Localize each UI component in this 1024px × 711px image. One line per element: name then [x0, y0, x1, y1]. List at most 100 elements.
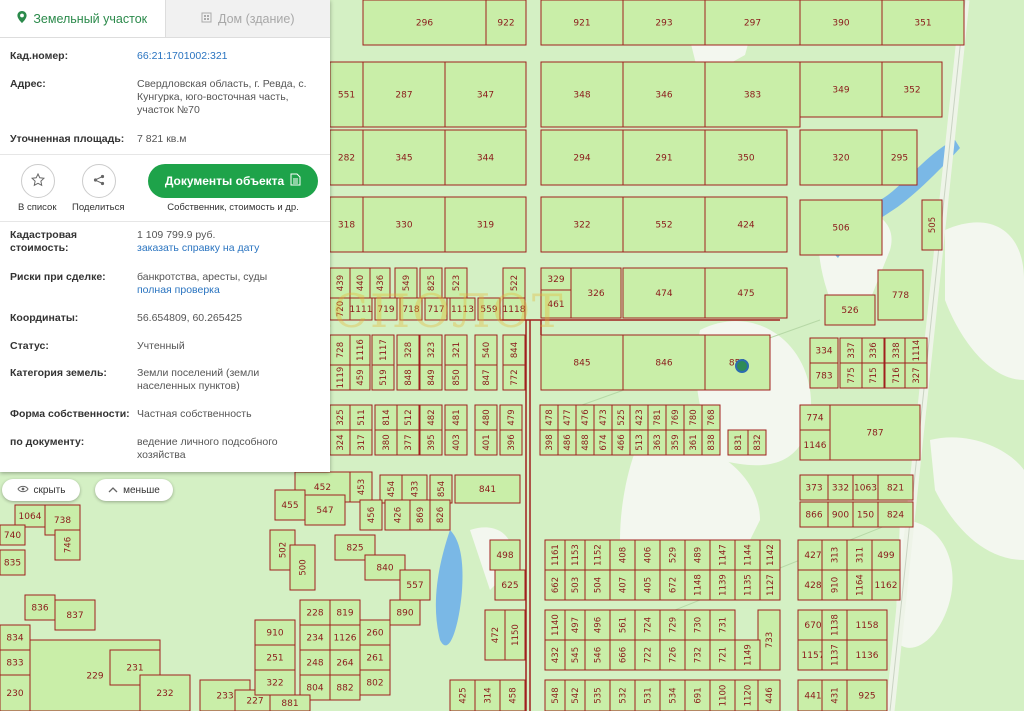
share-label: Поделиться — [72, 202, 125, 213]
parcel-number: 348 — [573, 91, 590, 101]
parcel-number: 318 — [338, 221, 355, 231]
parcel-number: 1150 — [511, 624, 521, 646]
parcel-number: 769 — [671, 409, 681, 425]
parcel-number: 326 — [587, 289, 604, 299]
parcel-number: 344 — [477, 154, 494, 164]
parcel-number: 401 — [482, 434, 492, 450]
parcel-number: 1153 — [571, 544, 581, 566]
building-icon — [201, 12, 212, 26]
selected-parcel-marker[interactable] — [735, 359, 749, 373]
parcel-number: 458 — [509, 687, 519, 703]
parcel-number: 456 — [367, 507, 377, 523]
full-check-link[interactable]: полная проверка — [137, 284, 317, 297]
show-less-button[interactable]: меньше — [95, 479, 173, 501]
parcel-number: 775 — [847, 367, 857, 383]
parcel-number: 925 — [858, 692, 875, 702]
parcel-number: 295 — [891, 154, 908, 164]
parcel-number: 234 — [306, 634, 323, 644]
parcel-number: 836 — [31, 604, 48, 614]
parcel-number: 1119 — [336, 367, 346, 389]
parcel-number: 802 — [366, 679, 383, 689]
parcel-number: 729 — [669, 617, 679, 633]
parcel-number: 500 — [299, 559, 309, 575]
parcel-number: 721 — [719, 647, 729, 663]
parcel-number: 433 — [411, 481, 421, 497]
parcel-number: 846 — [655, 359, 672, 369]
parcel-number: 480 — [482, 409, 492, 425]
parcel-number: 722 — [644, 647, 654, 663]
parcel-number: 472 — [491, 627, 501, 643]
parcel-number: 1148 — [694, 574, 704, 596]
document-usage-key: по документу: — [10, 436, 85, 448]
parcel-number: 424 — [737, 221, 754, 231]
cad-num-link[interactable]: 66:21:1701002:321 — [137, 50, 317, 63]
parcel-number: 405 — [644, 577, 654, 593]
share-button[interactable] — [82, 164, 116, 198]
documents-button[interactable]: Документы объекта — [148, 164, 318, 198]
documents-subtitle: Собственник, стоимость и др. — [167, 202, 299, 213]
parcel-number: 662 — [551, 577, 561, 593]
parcel-number: 323 — [427, 342, 437, 358]
parcel-number: 361 — [689, 434, 699, 450]
parcel-number: 282 — [338, 154, 355, 164]
parcel-number: 1138 — [831, 614, 841, 636]
parcel-number: 910 — [266, 629, 283, 639]
parcel-number: 840 — [376, 564, 393, 574]
parcel-number: 1164 — [856, 574, 866, 596]
parcel-number: 821 — [887, 484, 904, 494]
parcel-number: 228 — [306, 609, 323, 619]
parcel-number: 489 — [694, 547, 704, 563]
parcel-number: 296 — [416, 19, 433, 29]
parcel-number: 551 — [338, 91, 355, 101]
tab-land-plot-label: Земельный участок — [33, 11, 148, 26]
tab-building-label: Дом (здание) — [218, 11, 295, 26]
ownership-key: Форма собственности: — [10, 408, 130, 420]
parcel-number: 338 — [892, 342, 902, 358]
parcel-number: 332 — [832, 484, 849, 494]
parcel-number: 261 — [366, 654, 383, 664]
parcel-number: 1120 — [744, 685, 754, 707]
parcel-number: 882 — [336, 684, 353, 694]
eye-icon — [16, 485, 29, 496]
parcel-number: 497 — [571, 617, 581, 633]
parcel-number: 726 — [669, 647, 679, 663]
parcel-number: 227 — [246, 697, 263, 707]
parcel-number: 837 — [66, 611, 83, 621]
parcel-number: 294 — [573, 154, 590, 164]
parcel-number: 841 — [479, 485, 496, 495]
parcel-number: 395 — [427, 434, 437, 450]
add-to-list-button[interactable] — [21, 164, 55, 198]
parcel-number: 532 — [619, 687, 629, 703]
parcel-number: 230 — [6, 689, 23, 699]
parcel-number: 441 — [804, 692, 821, 702]
parcel-number: 1114 — [912, 340, 922, 362]
hide-panel-button[interactable]: скрыть — [2, 479, 80, 501]
parcel-number: 1135 — [744, 574, 754, 596]
parcel-number: 738 — [54, 516, 71, 526]
parcel-number: 474 — [655, 289, 672, 299]
parcel-number: 768 — [707, 409, 717, 425]
parcel-number: 363 — [653, 434, 663, 450]
tab-land-plot[interactable]: Земельный участок — [0, 0, 165, 37]
parcel-number: 1126 — [334, 634, 357, 644]
parcel-number: 513 — [635, 434, 645, 450]
parcel-number: 293 — [655, 19, 672, 29]
parcel-number: 525 — [617, 409, 627, 425]
order-certificate-link[interactable]: заказать справку на дату — [137, 242, 317, 255]
parcel-number: 845 — [573, 359, 590, 369]
divider — [0, 221, 330, 222]
parcel-number: 881 — [281, 699, 298, 709]
address-key: Адрес: — [10, 78, 46, 90]
tab-building[interactable]: Дом (здание) — [164, 0, 330, 37]
parcel-number: 730 — [694, 617, 704, 633]
parcel-number: 287 — [395, 91, 412, 101]
parcel-number: 835 — [4, 559, 21, 569]
parcel-number: 526 — [841, 306, 858, 316]
share-icon — [93, 174, 105, 189]
parcel-number: 1146 — [804, 441, 827, 451]
add-to-list-label: В список — [18, 202, 57, 213]
parcel-number: 336 — [869, 342, 879, 358]
parcel-number: 545 — [571, 647, 581, 663]
parcel-number: 359 — [671, 434, 681, 450]
parcel-number: 352 — [903, 86, 920, 96]
